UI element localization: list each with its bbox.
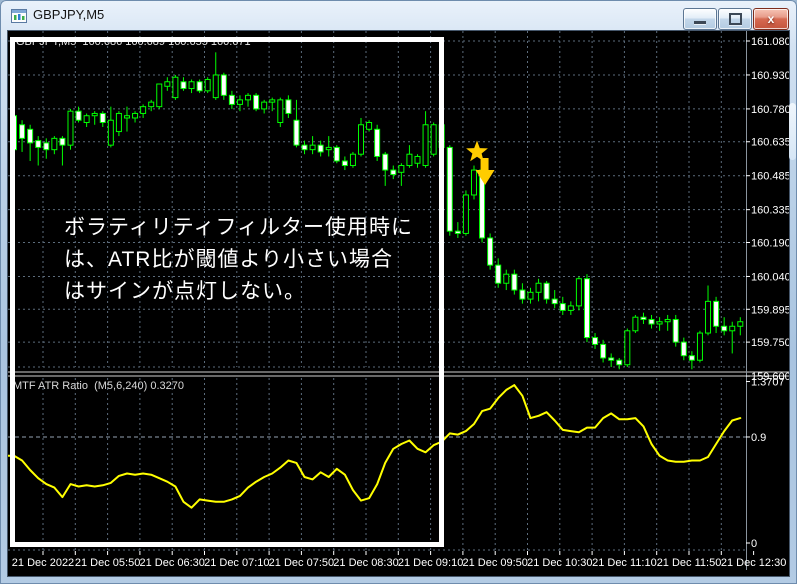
candle-bear <box>616 359 623 366</box>
time-axis-label: 21 Dec 05:50 <box>75 557 140 569</box>
chart-client-area: 161.080 160.930 160.780 160.635 160.485 160.3… <box>8 31 789 576</box>
time-axis-label: 21 Dec 12:30 <box>721 557 786 569</box>
minimize-icon <box>694 21 706 24</box>
close-button[interactable]: x <box>753 8 789 30</box>
restore-button[interactable] <box>718 8 752 30</box>
chart-window: GBPJPY,M5 x 161.080 160.930 160.780 160.635… <box>0 0 797 584</box>
window-title: GBPJPY,M5 <box>33 7 105 22</box>
candle-bull <box>535 282 542 293</box>
candle-bear <box>583 278 590 339</box>
highlight-rectangle[interactable] <box>10 37 444 547</box>
candle-bull <box>632 316 639 332</box>
candle-bear <box>713 300 720 327</box>
candle-bull <box>527 291 534 300</box>
indicator-axis-label: 1.3707 <box>751 377 785 389</box>
candle-bull <box>624 330 631 366</box>
candle-bear <box>648 318 655 325</box>
time-axis-label: 21 Dec 09:10 <box>398 557 463 569</box>
minimize-button[interactable] <box>683 8 717 30</box>
time-axis-label: 21 Dec 06:30 <box>139 557 204 569</box>
time-axis-label: 21 Dec 08:30 <box>333 557 398 569</box>
price-axis-label: 159.895 <box>751 304 789 316</box>
window-border-glass[interactable] <box>789 103 796 160</box>
candle-bear <box>519 289 526 300</box>
price-axis-label: 160.780 <box>751 104 789 116</box>
price-axis-label: 160.930 <box>751 70 789 82</box>
price-axis[interactable]: 161.080 160.930 160.780 160.635 160.485 160.3… <box>746 36 789 383</box>
candle-bear <box>688 355 695 361</box>
candle-bull <box>462 194 469 234</box>
time-axis[interactable]: 21 Dec 2022 21 Dec 05:50 21 Dec 06:30 21 De… <box>12 551 787 569</box>
candle-bear <box>511 273 518 291</box>
candle-bear <box>721 325 728 332</box>
candle-bull <box>729 325 736 332</box>
price-axis-label: 160.335 <box>751 205 789 217</box>
time-axis-label: 21 Dec 11:10 <box>592 557 657 569</box>
candle-bear <box>559 303 566 311</box>
close-icon: x <box>767 12 775 26</box>
candle-bull <box>470 169 477 196</box>
time-axis-label: 21 Dec 07:10 <box>204 557 269 569</box>
candle-bear <box>446 146 453 232</box>
time-axis-label: 21 Dec 10:30 <box>527 557 592 569</box>
candle-bull <box>567 305 574 311</box>
candle-bear <box>592 337 599 345</box>
indicator-axis-label: 0 <box>751 538 757 550</box>
candle-bear <box>608 357 615 361</box>
candle-bull <box>664 318 671 323</box>
window-controls: x <box>682 8 789 30</box>
price-axis-label: 160.040 <box>751 271 789 283</box>
candle-bull <box>656 321 663 325</box>
candle-bull <box>575 278 582 307</box>
candle-bear <box>640 316 647 320</box>
candle-bear <box>454 230 461 234</box>
time-axis-label: 21 Dec 2022 <box>12 557 74 569</box>
price-axis-label: 160.190 <box>751 237 789 249</box>
time-axis-label: 21 Dec 11:50 <box>657 557 722 569</box>
candle-bull <box>737 321 744 327</box>
titlebar[interactable]: GBPJPY,M5 x <box>0 0 797 31</box>
candle-bull <box>696 332 703 361</box>
signal-down-arrow-icon[interactable] <box>475 158 495 185</box>
candle-bear <box>680 341 687 357</box>
candle-bear <box>495 264 502 284</box>
price-axis-label: 161.080 <box>751 36 789 48</box>
time-axis-label: 21 Dec 09:50 <box>462 557 527 569</box>
indicator-axis-label: 0.9 <box>751 432 766 444</box>
candle-bear <box>672 318 679 343</box>
chart-window-icon <box>11 8 27 24</box>
candle-bull <box>503 273 510 284</box>
candle-bull <box>705 300 712 334</box>
candle-bear <box>543 282 550 300</box>
candle-bear <box>551 298 558 305</box>
candle-bear <box>487 237 494 266</box>
time-axis-label: 21 Dec 07:50 <box>269 557 334 569</box>
price-axis-label: 160.635 <box>751 137 789 149</box>
price-axis-label: 159.750 <box>751 337 789 349</box>
restore-icon <box>728 13 742 25</box>
price-axis-label: 160.485 <box>751 171 789 183</box>
candle-bear <box>600 343 607 359</box>
